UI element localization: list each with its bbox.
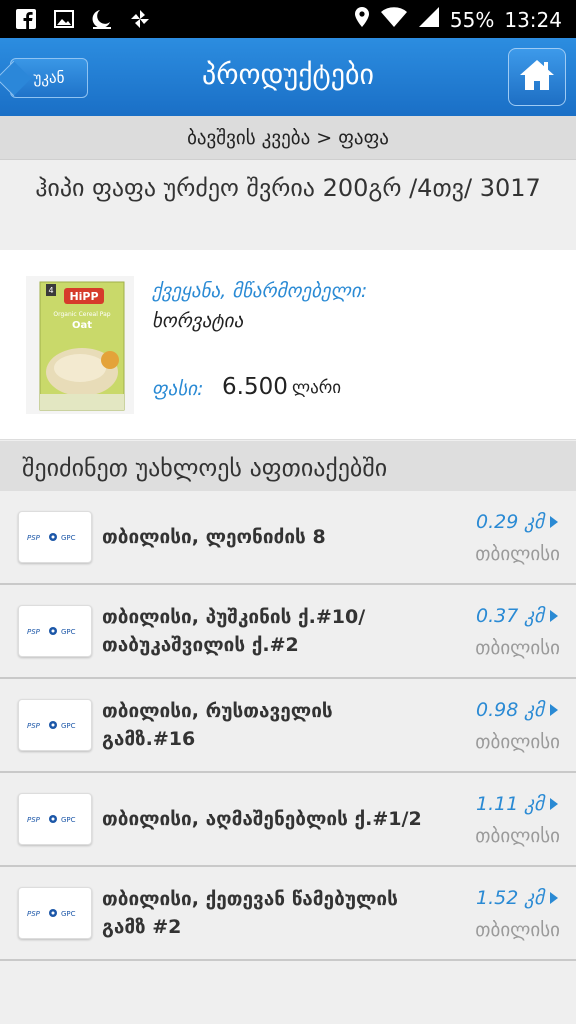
distance-text: 1.11 კმ <box>476 793 544 815</box>
svg-text:GPC: GPC <box>61 628 76 636</box>
battery-percent: 55% <box>449 7 495 32</box>
chevron-right-icon <box>550 798 558 810</box>
pharmacy-row[interactable]: PSP GPC თბილისი, აღმაშენებლის ქ.#1/2 1.11… <box>0 773 576 867</box>
night-mode-icon <box>90 7 114 31</box>
pharmacy-city: თბილისი <box>475 825 560 847</box>
chevron-right-icon <box>550 704 558 716</box>
svg-text:GPC: GPC <box>61 910 76 918</box>
pharmacy-distance: 0.37 კმ <box>476 605 558 627</box>
svg-text:PSP: PSP <box>27 722 41 730</box>
pharmacy-distance: 1.52 კმ <box>476 887 558 909</box>
pharmacy-logo: PSP GPC <box>18 793 92 845</box>
pharmacy-row[interactable]: PSP GPC თბილისი, ქეთევან წამებულის გამზ #… <box>0 867 576 961</box>
pharmacy-row[interactable]: PSP GPC თბილისი, პუშკინის ქ.#10/ თაბუკაშვ… <box>0 585 576 679</box>
status-bar: 55% 13:24 <box>0 0 576 38</box>
svg-text:GPC: GPC <box>61 816 76 824</box>
app-header: უკან პროდუქტები <box>0 38 576 116</box>
pharmacy-logo: PSP GPC <box>18 887 92 939</box>
svg-text:GPC: GPC <box>61 534 76 542</box>
pharmacy-city: თბილისი <box>475 731 560 753</box>
price-label: ფასი: <box>152 378 204 400</box>
pharmacy-address: თბილისი, ლეონიძის 8 <box>102 526 326 548</box>
product-title: ჰიპი ფაფა ურძეო შვრია 200გრ /4თვ/ 3017 <box>0 160 576 250</box>
gallery-icon <box>52 7 76 31</box>
svg-text:Oat: Oat <box>72 320 92 331</box>
page-title: პროდუქტები <box>202 58 374 91</box>
signal-icon <box>418 6 440 33</box>
pharmacy-row[interactable]: PSP GPC თბილისი, ლეონიძის 8 0.29 კმ თბილი… <box>0 491 576 585</box>
pharmacy-logo: PSP GPC <box>18 511 92 563</box>
chevron-right-icon <box>550 610 558 622</box>
chevron-right-icon <box>550 516 558 528</box>
country-value: ხორვატია <box>152 310 244 332</box>
back-button-label: უკან <box>33 69 65 87</box>
distance-text: 1.52 კმ <box>476 887 544 909</box>
pharmacy-distance: 1.11 კმ <box>476 793 558 815</box>
facebook-icon <box>14 7 38 31</box>
svg-text:PSP: PSP <box>27 816 41 824</box>
pharmacy-distance: 0.29 კმ <box>476 511 558 533</box>
system-icons: 55% 13:24 <box>354 6 562 33</box>
svg-text:PSP: PSP <box>27 910 41 918</box>
svg-text:4: 4 <box>48 286 53 295</box>
svg-text:GPC: GPC <box>61 722 76 730</box>
price-currency: ლარი <box>292 378 342 398</box>
pharmacy-list: PSP GPC თბილისი, ლეონიძის 8 0.29 კმ თბილი… <box>0 491 576 961</box>
notification-icons <box>14 7 152 31</box>
country-label: ქვეყანა, მწარმოებელი: <box>152 280 368 302</box>
product-image: 4 HiPP Organic Cereal Pap Oat <box>26 276 134 414</box>
nearest-pharmacies-heading: შეიძინეთ უახლოეს აფთიაქებში <box>0 441 576 491</box>
price-value: 6.500 <box>222 374 288 400</box>
svg-text:PSP: PSP <box>27 628 41 636</box>
pharmacy-address: თბილისი, აღმაშენებლის ქ.#1/2 <box>102 808 422 830</box>
location-icon <box>354 6 370 33</box>
wifi-icon <box>380 6 408 33</box>
svg-text:PSP: PSP <box>27 534 41 542</box>
clock: 13:24 <box>504 7 562 32</box>
distance-text: 0.29 კმ <box>476 511 544 533</box>
pharmacy-city: თბილისი <box>475 919 560 941</box>
back-button[interactable]: უკან <box>10 58 88 98</box>
pharmacy-row[interactable]: PSP GPC თბილისი, რუსთაველის გამზ.#16 0.98… <box>0 679 576 773</box>
pharmacy-city: თბილისი <box>475 637 560 659</box>
chevron-right-icon <box>550 892 558 904</box>
pharmacy-address: თბილისი, პუშკინის ქ.#10/ თაბუკაშვილის ქ.… <box>102 606 366 656</box>
pharmacy-address: თბილისი, ქეთევან წამებულის გამზ #2 <box>102 888 398 938</box>
distance-text: 0.37 კმ <box>476 605 544 627</box>
distance-text: 0.98 კმ <box>476 699 544 721</box>
pharmacy-logo: PSP GPC <box>18 605 92 657</box>
pinwheel-icon <box>128 7 152 31</box>
pharmacy-address: თბილისი, რუსთაველის გამზ.#16 <box>102 700 333 750</box>
pharmacy-city: თბილისი <box>475 543 560 565</box>
product-card: 4 HiPP Organic Cereal Pap Oat ქვეყანა, მ… <box>0 250 576 440</box>
home-icon <box>518 57 556 97</box>
home-button[interactable] <box>508 48 566 106</box>
pharmacy-distance: 0.98 კმ <box>476 699 558 721</box>
svg-text:HiPP: HiPP <box>69 290 98 303</box>
svg-text:Organic Cereal Pap: Organic Cereal Pap <box>53 311 110 318</box>
breadcrumb: ბავშვის კვება > ფაფა <box>0 116 576 160</box>
pharmacy-logo: PSP GPC <box>18 699 92 751</box>
